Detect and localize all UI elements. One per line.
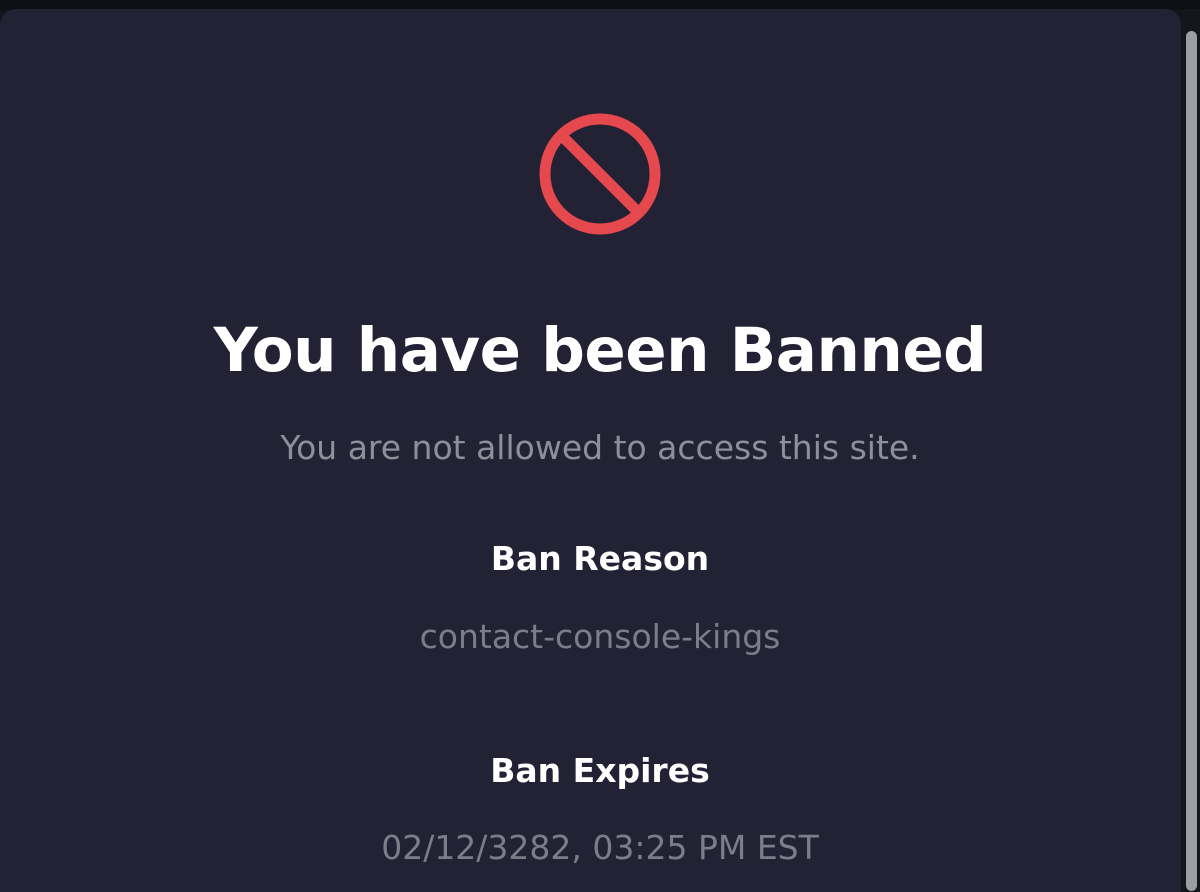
page-title: You have been Banned bbox=[213, 315, 987, 386]
page-subtitle: You are not allowed to access this site. bbox=[280, 428, 920, 467]
ban-reason-label: Ban Reason bbox=[490, 539, 710, 578]
ban-expires-label: Ban Expires bbox=[490, 751, 710, 790]
scrollbar-thumb[interactable] bbox=[1186, 31, 1197, 891]
prohibited-icon bbox=[539, 113, 661, 235]
ban-expires-value: 02/12/3282, 03:25 PM EST bbox=[381, 828, 819, 867]
ban-reason-value: contact-console-kings bbox=[419, 617, 781, 656]
screen: You have been Banned You are not allowed… bbox=[0, 0, 1200, 892]
ban-card: You have been Banned You are not allowed… bbox=[0, 9, 1181, 892]
vertical-scrollbar[interactable] bbox=[1183, 9, 1200, 892]
